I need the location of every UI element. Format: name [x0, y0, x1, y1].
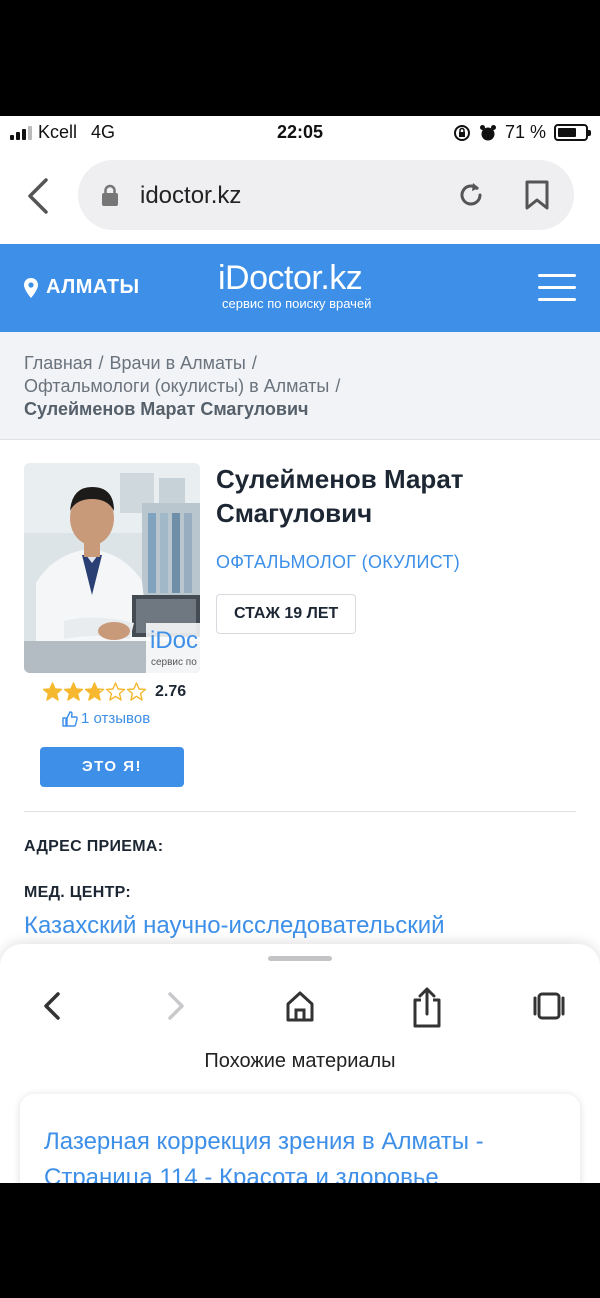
share-icon[interactable] [410, 986, 444, 1030]
doctor-name-line2: Смагулович [216, 498, 373, 528]
star-icon [42, 682, 63, 701]
reviews-count: 1 отзывов [81, 710, 151, 727]
breadcrumb-current: Сулейменов Марат Смагулович [24, 399, 309, 419]
article-title-line1: Лазерная коррекция зрения в Алматы - [44, 1128, 484, 1155]
its-me-button[interactable]: ЭТО Я! [40, 747, 184, 787]
logo-text: iDoctor.kz [218, 259, 363, 297]
photo-watermark-sub: сервис по [151, 657, 197, 668]
sheet-handle[interactable] [268, 956, 332, 961]
tabs-icon[interactable] [532, 986, 566, 1026]
star-icon [126, 682, 147, 701]
address-bar[interactable]: idoctor.kz [78, 160, 574, 230]
nav-back-icon[interactable] [38, 986, 66, 1026]
medical-center-label: МЕД. ЦЕНТР: [24, 884, 132, 901]
breadcrumb-doctors[interactable]: Врачи в Алматы [110, 353, 246, 373]
lock-icon [102, 184, 118, 206]
doctor-specialty[interactable]: ОФТАЛЬМОЛОГ (ОКУЛИСТ) [216, 552, 460, 573]
experience-badge: СТАЖ 19 ЛЕТ [216, 594, 357, 634]
doctor-name: Сулейменов Марат Смагулович [216, 462, 576, 530]
star-icon [63, 682, 84, 701]
bookmark-icon[interactable] [524, 180, 550, 210]
divider [24, 811, 576, 812]
url-text: idoctor.kz [140, 182, 242, 209]
article-title-line2: Страница 114 - Красота и здоровье [44, 1164, 439, 1183]
city-selector[interactable]: АЛМАТЫ [24, 276, 140, 299]
location-pin-icon [24, 277, 38, 298]
status-bar: Kcell 4G 22:05 71 % [0, 116, 600, 148]
browser-bottom-sheet: Похожие материалы Лазерная коррекция зре… [0, 944, 600, 1183]
site-logo[interactable]: iDoctor.kz сервис по поиску врачей [218, 260, 371, 311]
browser-toolbar: idoctor.kz [0, 160, 600, 232]
rotation-lock-icon [453, 124, 470, 141]
photo-watermark: iDoc [150, 627, 198, 654]
sheet-title: Похожие материалы [204, 1050, 396, 1072]
breadcrumb: Главная / Врачи в Алматы / Офтальмологи (ок… [0, 332, 600, 440]
nav-forward-icon[interactable] [162, 986, 190, 1026]
menu-icon[interactable] [538, 274, 576, 302]
breadcrumb-ophthalmologists[interactable]: Офтальмологи (окулисты) в Алматы [24, 376, 329, 396]
doctor-photo: iDoc сервис по [24, 463, 200, 673]
breadcrumb-home[interactable]: Главная [24, 353, 93, 373]
thumbs-up-icon [62, 710, 78, 727]
home-icon[interactable] [284, 986, 316, 1026]
star-icon [84, 682, 105, 701]
phone-screen: Kcell 4G 22:05 71 % idoctor.kz АЛМАТЫ iD… [0, 116, 600, 1183]
alarm-icon [479, 124, 496, 140]
rating-value: 2.76 [155, 683, 187, 700]
browser-back-icon[interactable] [22, 176, 56, 216]
address-label: АДРЕС ПРИЕМА: [24, 838, 164, 855]
rating-stars: 2.76 [42, 682, 186, 702]
battery-percent: 71 % [504, 122, 546, 142]
city-name: АЛМАТЫ [46, 276, 140, 298]
medical-center-link[interactable]: Казахский научно-исследовательский [24, 912, 445, 940]
site-header: АЛМАТЫ iDoctor.kz сервис по поиску враче… [0, 244, 600, 332]
logo-tagline: сервис по поиску врачей [222, 296, 372, 311]
battery-icon [554, 124, 591, 141]
star-icon [105, 682, 126, 701]
reload-icon[interactable] [456, 180, 486, 210]
reviews-link[interactable]: 1 отзывов [62, 710, 150, 727]
status-right: 71 % [453, 122, 591, 143]
related-article-card[interactable]: Лазерная коррекция зрения в Алматы - Стр… [20, 1094, 580, 1183]
doctor-name-line1: Сулейменов Марат [216, 464, 464, 494]
